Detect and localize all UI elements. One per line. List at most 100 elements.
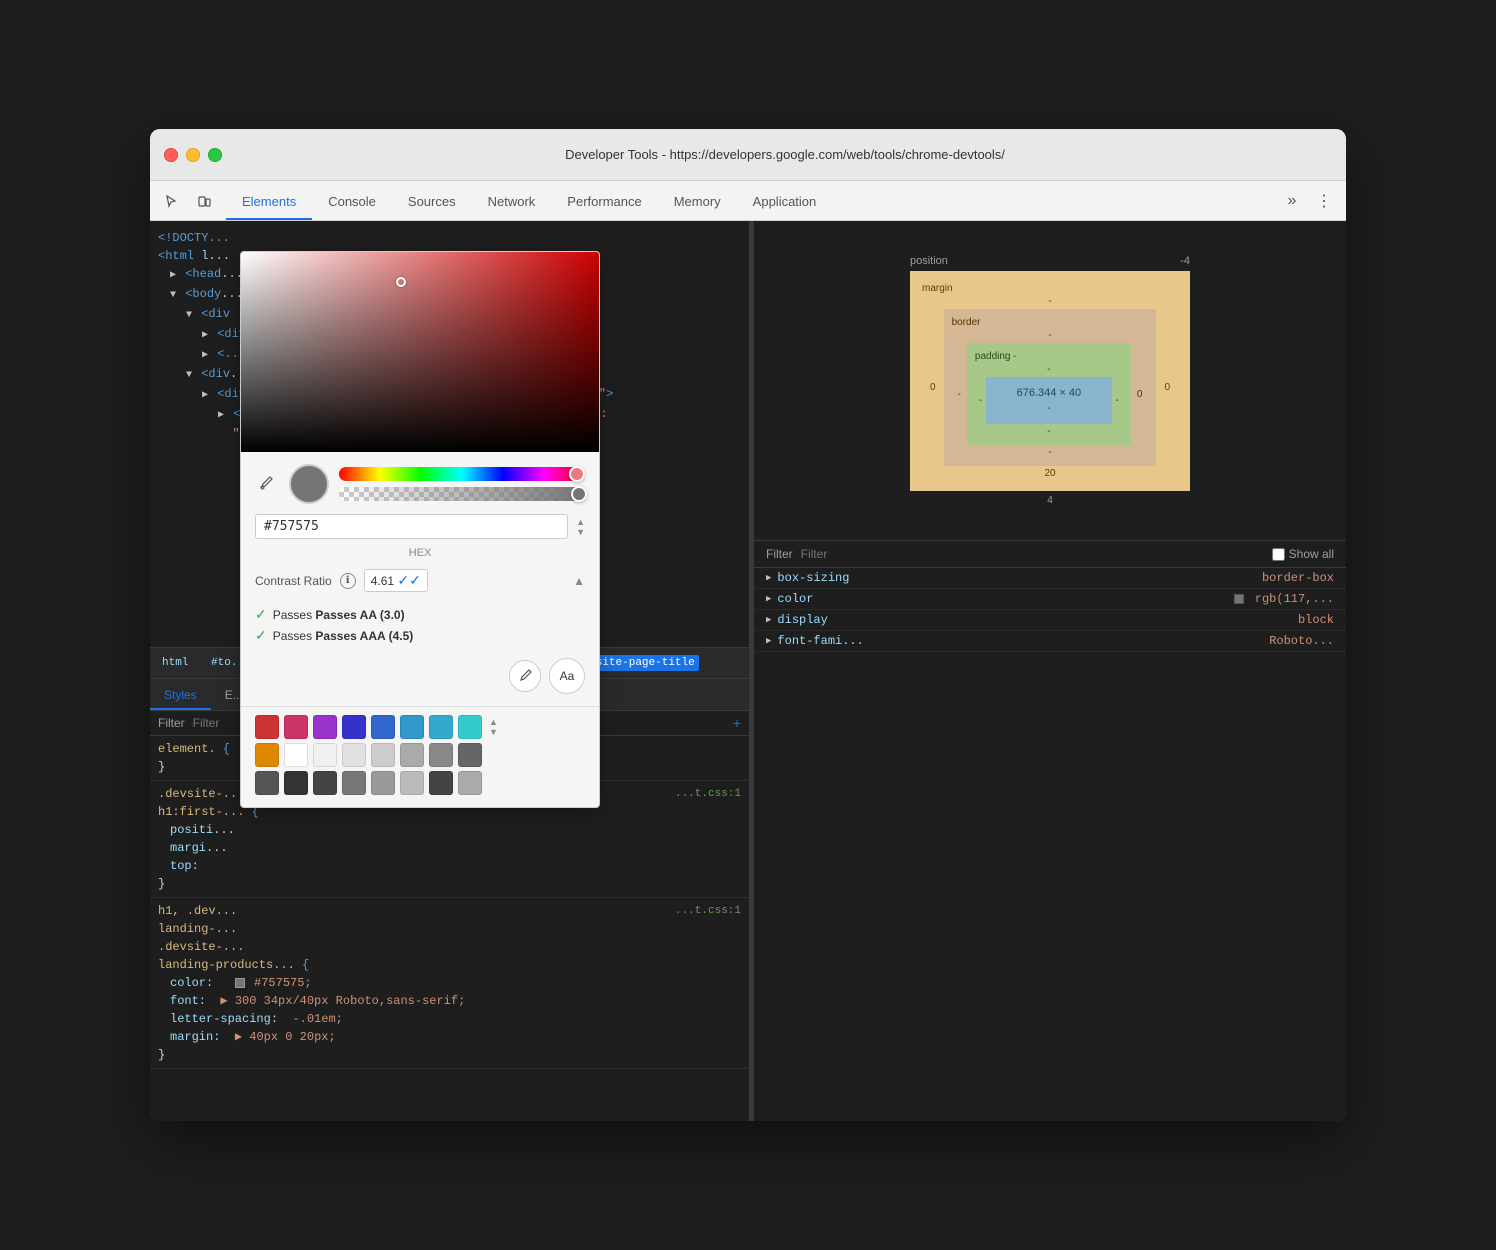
expand-icon[interactable]: ▶ — [218, 407, 224, 425]
swatch-item[interactable] — [255, 715, 279, 739]
color-swatch[interactable] — [235, 978, 245, 988]
swatch-down-icon[interactable]: ▼ — [489, 727, 498, 737]
tab-network[interactable]: Network — [472, 184, 552, 220]
swatch-up-icon[interactable]: ▲ — [489, 717, 498, 727]
contrast-info-icon[interactable]: ℹ — [340, 573, 356, 589]
hex-label: HEX — [255, 547, 585, 559]
styles-value: ▶ 300 34px/40px Roboto,sans-serif; — [220, 994, 465, 1008]
expand-icon[interactable]: ▶ — [202, 347, 208, 365]
color-gradient-cursor[interactable] — [396, 277, 406, 287]
expand-icon[interactable]: ▶ — [202, 327, 208, 345]
add-style-button[interactable]: + — [733, 715, 741, 731]
expand-icon[interactable]: ▶ — [170, 267, 176, 285]
swatch-item[interactable] — [313, 771, 337, 795]
swatch-item[interactable] — [371, 715, 395, 739]
swatch-item[interactable] — [429, 715, 453, 739]
color-gradient[interactable] — [241, 252, 599, 452]
expand-icon[interactable]: ▼ — [170, 287, 176, 305]
expand-icon[interactable]: ▶ — [766, 636, 771, 646]
tab-elements[interactable]: Elements — [226, 184, 312, 220]
computed-item: ▶ color rgb(117,... — [754, 589, 1346, 610]
swatch-item[interactable] — [342, 771, 366, 795]
swatch-item[interactable] — [371, 743, 395, 767]
hue-slider[interactable] — [339, 467, 585, 481]
eyedropper-icon[interactable] — [255, 472, 279, 496]
html-line: <!DOCTY... — [150, 229, 749, 247]
device-toolbar-button[interactable] — [190, 187, 218, 215]
swatch-item[interactable] — [284, 743, 308, 767]
margin-left: 0 — [922, 309, 944, 466]
computed-filter-row: Filter Show all — [754, 541, 1346, 568]
expand-icon[interactable]: ▼ — [186, 367, 192, 385]
cp-sliders — [339, 467, 585, 501]
arrow-down-icon[interactable]: ▼ — [576, 527, 585, 537]
swatch-item[interactable] — [429, 771, 453, 795]
swatch-row-3 — [255, 771, 585, 795]
more-tabs-button[interactable]: » — [1278, 187, 1306, 215]
swatch-item[interactable] — [342, 743, 366, 767]
right-panel: position -4 margin - 0 borde — [754, 221, 1346, 1121]
computed-list: ▶ box-sizing border-box ▶ color rgb(117,… — [754, 568, 1346, 652]
tab-performance[interactable]: Performance — [551, 184, 657, 220]
hex-arrows[interactable]: ▲ ▼ — [576, 517, 585, 537]
expand-icon[interactable]: ▶ — [202, 387, 208, 405]
contrast-expand-icon[interactable]: ▲ — [573, 574, 585, 588]
tab-console[interactable]: Console — [312, 184, 392, 220]
select-element-button[interactable] — [158, 187, 186, 215]
hue-thumb[interactable] — [569, 466, 585, 482]
swatch-item[interactable] — [458, 771, 482, 795]
filter-text: Filter — [766, 547, 793, 561]
tab-sources[interactable]: Sources — [392, 184, 472, 220]
expand-icon[interactable]: ▶ — [766, 573, 771, 583]
swatch-item[interactable] — [313, 743, 337, 767]
close-button[interactable] — [164, 148, 178, 162]
styles-selector: landing-... — [158, 922, 237, 936]
expand-icon[interactable]: ▼ — [186, 307, 192, 325]
computed-value: Roboto... — [1269, 634, 1334, 648]
expand-icon[interactable]: ▶ — [766, 594, 771, 604]
pick-background-button[interactable] — [509, 660, 541, 692]
styles-selector: h1:first-... — [158, 805, 244, 819]
computed-filter-input[interactable] — [801, 547, 1272, 561]
minimize-button[interactable] — [186, 148, 200, 162]
swatch-item[interactable] — [400, 771, 424, 795]
alpha-slider[interactable] — [339, 487, 585, 501]
swatch-item[interactable] — [429, 743, 453, 767]
styles-selector: h1, .dev... — [158, 904, 237, 918]
swatch-item[interactable] — [458, 743, 482, 767]
maximize-button[interactable] — [208, 148, 222, 162]
swatch-item[interactable] — [400, 743, 424, 767]
hex-input[interactable] — [264, 519, 559, 534]
expand-icon[interactable]: ▶ — [766, 615, 771, 625]
swatch-item[interactable] — [313, 715, 337, 739]
styles-property: margin: — [170, 1030, 220, 1044]
swatch-item[interactable] — [371, 771, 395, 795]
swatch-scroll-arrows[interactable]: ▲ ▼ — [489, 717, 498, 737]
devtools-menu-button[interactable]: ⋮ — [1310, 187, 1338, 215]
swatch-item[interactable] — [255, 771, 279, 795]
padding-bottom: - — [1047, 426, 1050, 437]
alpha-thumb[interactable] — [571, 486, 587, 502]
pass-aa-check-icon: ✓ — [255, 606, 267, 623]
padding-top: - — [1047, 364, 1050, 375]
tab-styles[interactable]: Styles — [150, 682, 211, 710]
border-left: - — [952, 343, 967, 445]
passes-section: ✓ Passes Passes AA (3.0) ✓ Passes Passes… — [255, 600, 585, 650]
box-margin: margin - 0 border - — [910, 271, 1190, 491]
styles-selector: .devsite-... — [158, 940, 244, 954]
swatch-item[interactable] — [458, 715, 482, 739]
swatch-item[interactable] — [255, 743, 279, 767]
swatch-item[interactable] — [400, 715, 424, 739]
tab-memory[interactable]: Memory — [658, 184, 737, 220]
tab-application[interactable]: Application — [737, 184, 833, 220]
swatch-item[interactable] — [284, 771, 308, 795]
margin-top: - — [1048, 296, 1051, 307]
aa-preview-button[interactable]: Aa — [549, 658, 585, 694]
breadcrumb-html[interactable]: html — [158, 655, 192, 671]
swatch-item[interactable] — [342, 715, 366, 739]
swatch-item[interactable] — [284, 715, 308, 739]
margin-bottom: 20 — [1044, 468, 1055, 479]
arrow-up-icon[interactable]: ▲ — [576, 517, 585, 527]
margin-right: 0 — [1156, 309, 1178, 466]
show-all-checkbox[interactable] — [1272, 548, 1285, 561]
